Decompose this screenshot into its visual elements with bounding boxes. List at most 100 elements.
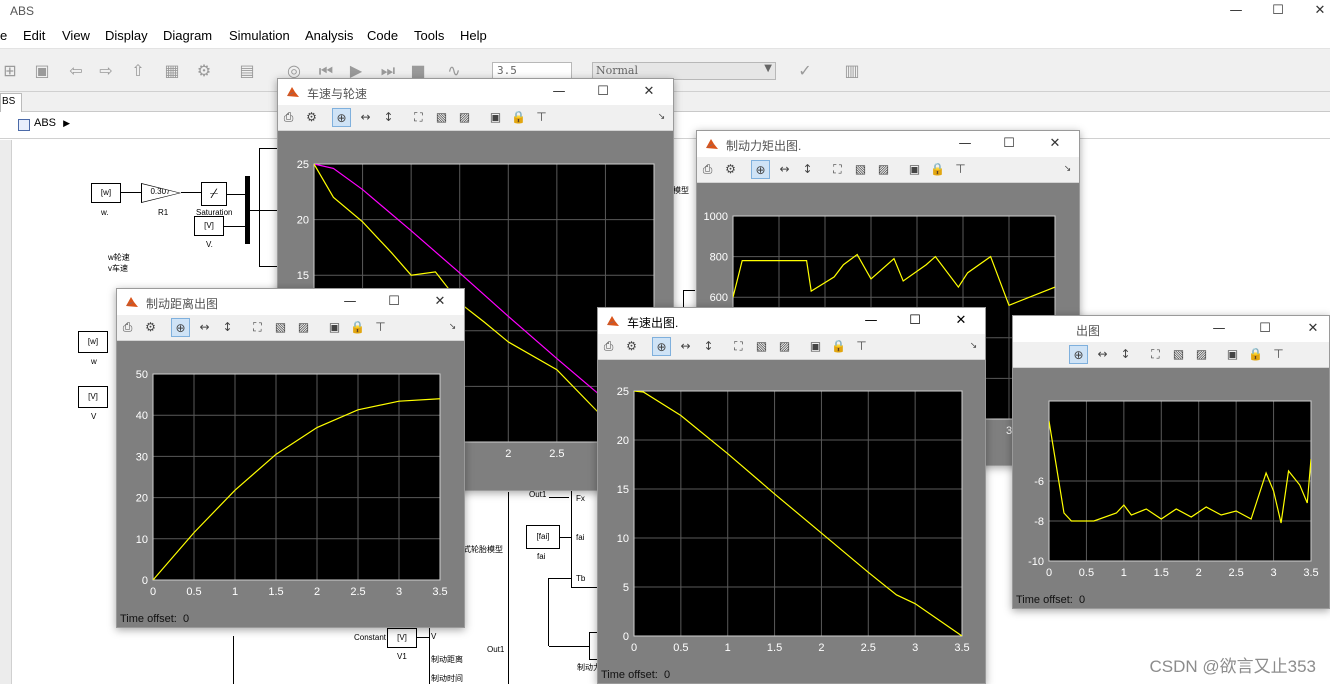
close-icon[interactable]: ✕ [949, 311, 973, 331]
settings-gear-icon[interactable]: ⚙ [721, 160, 740, 179]
floating-scope-icon[interactable]: ▣ [1223, 345, 1242, 364]
close-icon[interactable]: ✕ [1301, 319, 1325, 339]
minimize-icon[interactable]: — [953, 134, 977, 154]
scope-window-slip[interactable]: 出图 — ☐ ✕ ⊕ ↔ ↕ ⛶ ▧ ▨ ▣ 🔒 ⊤ 0 0.5 1 1.5 2 2.5 3… [1012, 315, 1330, 609]
dock-arrow-icon[interactable]: ↘ [1058, 160, 1077, 179]
close-icon[interactable]: ✕ [428, 292, 452, 312]
autoscale-icon[interactable]: ⛶ [1146, 345, 1165, 364]
autoscale-icon[interactable]: ⛶ [729, 337, 748, 356]
menu-view[interactable]: View [62, 28, 90, 43]
close-icon[interactable]: ✕ [1306, 2, 1330, 22]
goto-V-block[interactable]: [V] [194, 216, 224, 236]
autoscale-icon[interactable]: ⛶ [248, 318, 267, 337]
signal-selector-icon[interactable]: ⊤ [1269, 345, 1288, 364]
lock-icon[interactable]: 🔒 [348, 318, 367, 337]
maximize-icon[interactable]: ☐ [1253, 319, 1277, 339]
zoom-x-icon[interactable]: ↔ [356, 108, 375, 127]
close-icon[interactable]: ✕ [1043, 134, 1067, 154]
minimize-icon[interactable]: — [338, 292, 362, 312]
dock-arrow-icon[interactable]: ↘ [964, 337, 983, 356]
zoom-y-icon[interactable]: ↕ [798, 160, 817, 179]
new-model-icon[interactable]: ⊞ [0, 61, 20, 81]
dock-arrow-icon[interactable]: ↘ [652, 108, 671, 127]
forward-icon[interactable]: ⇨ [96, 61, 116, 81]
zoom-icon[interactable]: ⊕ [171, 318, 190, 337]
goto-fai-block[interactable]: [fai] [526, 525, 560, 549]
signal-selector-icon[interactable]: ⊤ [951, 160, 970, 179]
menu-simulation[interactable]: Simulation [229, 28, 290, 43]
zoom-icon[interactable]: ⊕ [652, 337, 671, 356]
tab-model[interactable]: BS [0, 93, 22, 112]
scope-window-brake-distance[interactable]: 制动距离出图 — ☐ ✕ ⎙ ⚙ ⊕ ↔ ↕ ⛶ ▧ ▨ ▣ 🔒 ⊤ ↘ 0 0.… [116, 288, 465, 628]
signal-selector-icon[interactable]: ⊤ [852, 337, 871, 356]
zoom-icon[interactable]: ⊕ [332, 108, 351, 127]
zoom-x-icon[interactable]: ↔ [195, 318, 214, 337]
goto-V1-block[interactable]: [V] [387, 628, 417, 648]
dock-arrow-icon[interactable]: ↘ [443, 318, 462, 337]
restore-axes-icon[interactable]: ▨ [1192, 345, 1211, 364]
back-icon[interactable]: ⇦ [66, 61, 86, 81]
menu-file[interactable]: e [0, 28, 7, 43]
zoom-y-icon[interactable]: ↕ [699, 337, 718, 356]
floating-scope-icon[interactable]: ▣ [806, 337, 825, 356]
model-explorer-icon[interactable]: ▤ [237, 61, 257, 81]
saturation-block[interactable]: ⌿ [201, 182, 227, 206]
print-icon[interactable]: ⎙ [599, 337, 618, 356]
zoom-x-icon[interactable]: ↔ [676, 337, 695, 356]
menu-help[interactable]: Help [460, 28, 487, 43]
settings-gear-icon[interactable]: ⚙ [302, 108, 321, 127]
minimize-icon[interactable]: — [1207, 319, 1231, 339]
minimize-icon[interactable]: — [547, 82, 571, 102]
minimize-icon[interactable]: — [859, 311, 883, 331]
restore-axes-icon[interactable]: ▨ [294, 318, 313, 337]
signal-selector-icon[interactable]: ⊤ [371, 318, 390, 337]
zoom-y-icon[interactable]: ↕ [1116, 345, 1135, 364]
scope-window-vehicle-speed[interactable]: 车速出图. — ☐ ✕ ⎙ ⚙ ⊕ ↔ ↕ ⛶ ▧ ▨ ▣ 🔒 ⊤ ↘ 0 0.5… [597, 307, 986, 684]
zoom-y-icon[interactable]: ↕ [218, 318, 237, 337]
menu-code[interactable]: Code [367, 28, 398, 43]
settings-gear-icon[interactable]: ⚙ [622, 337, 641, 356]
save-axes-icon[interactable]: ▧ [432, 108, 451, 127]
floating-scope-icon[interactable]: ▣ [905, 160, 924, 179]
floating-scope-icon[interactable]: ▣ [486, 108, 505, 127]
signal-selector-icon[interactable]: ⊤ [532, 108, 551, 127]
goto-w-block[interactable]: [w] [91, 183, 121, 203]
restore-axes-icon[interactable]: ▨ [775, 337, 794, 356]
maximize-icon[interactable]: ☐ [591, 82, 615, 102]
lock-icon[interactable]: 🔒 [1246, 345, 1265, 364]
menu-edit[interactable]: Edit [23, 28, 45, 43]
goto-V-block-2[interactable]: [V] [78, 386, 108, 408]
maximize-icon[interactable]: ☐ [382, 292, 406, 312]
print-icon[interactable]: ⎙ [279, 108, 298, 127]
autoscale-icon[interactable]: ⛶ [828, 160, 847, 179]
build-icon[interactable]: ▥ [842, 61, 862, 81]
menu-display[interactable]: Display [105, 28, 148, 43]
print-icon[interactable]: ⎙ [698, 160, 717, 179]
model-advisor-icon[interactable]: ✓ [795, 61, 815, 81]
settings-gear-icon[interactable]: ⚙ [194, 61, 214, 81]
settings-gear-icon[interactable]: ⚙ [141, 318, 160, 337]
menu-analysis[interactable]: Analysis [305, 28, 353, 43]
save-axes-icon[interactable]: ▧ [851, 160, 870, 179]
save-icon[interactable]: ▣ [32, 61, 52, 81]
minimize-icon[interactable]: — [1222, 2, 1250, 22]
maximize-icon[interactable]: ☐ [997, 134, 1021, 154]
up-icon[interactable]: ⇧ [128, 61, 148, 81]
save-axes-icon[interactable]: ▧ [271, 318, 290, 337]
restore-axes-icon[interactable]: ▨ [874, 160, 893, 179]
save-axes-icon[interactable]: ▧ [1169, 345, 1188, 364]
zoom-x-icon[interactable]: ↔ [1093, 345, 1112, 364]
menu-tools[interactable]: Tools [414, 28, 444, 43]
maximize-icon[interactable]: ☐ [903, 311, 927, 331]
close-icon[interactable]: ✕ [637, 82, 661, 102]
autoscale-icon[interactable]: ⛶ [409, 108, 428, 127]
zoom-x-icon[interactable]: ↔ [775, 160, 794, 179]
print-icon[interactable]: ⎙ [118, 318, 137, 337]
zoom-icon[interactable]: ⊕ [751, 160, 770, 179]
lock-icon[interactable]: 🔒 [829, 337, 848, 356]
floating-scope-icon[interactable]: ▣ [325, 318, 344, 337]
maximize-icon[interactable]: ☐ [1264, 2, 1292, 22]
goto-w-block-2[interactable]: [w] [78, 331, 108, 353]
library-icon[interactable]: ▦ [162, 61, 182, 81]
restore-axes-icon[interactable]: ▨ [455, 108, 474, 127]
